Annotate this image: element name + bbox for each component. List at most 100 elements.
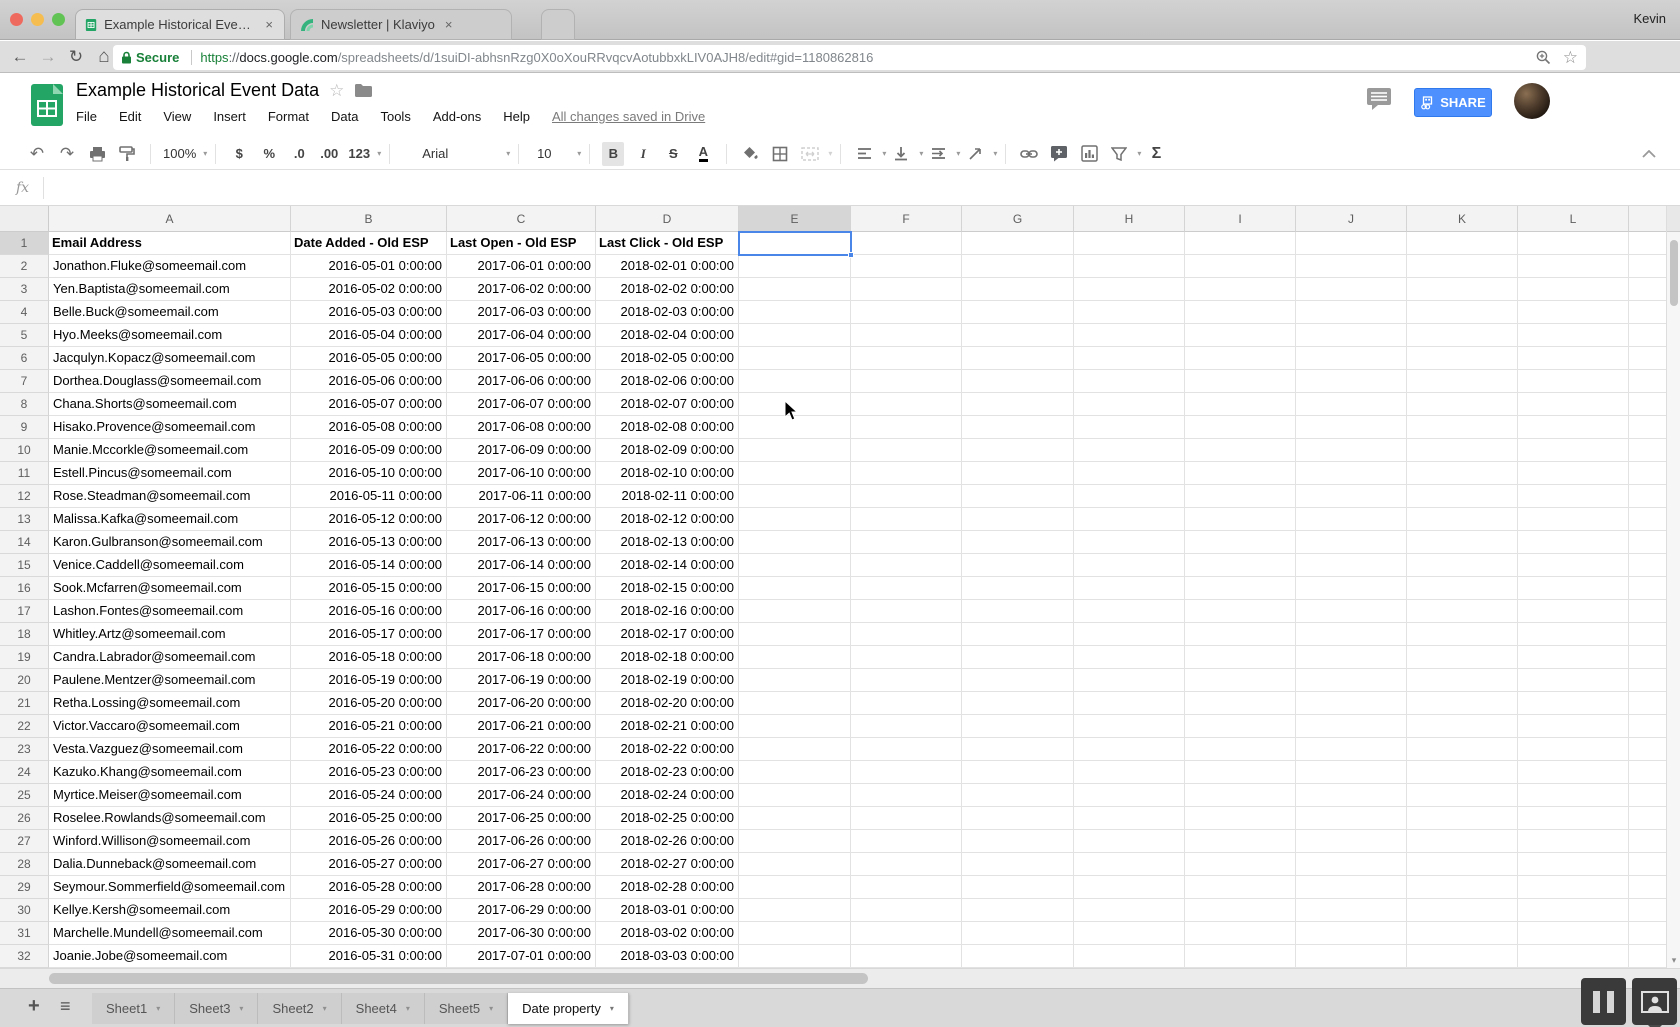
cell-C29[interactable]: 2017-06-28 0:00:00 bbox=[447, 876, 596, 899]
cell-A19[interactable]: Candra.Labrador@someemail.com bbox=[49, 646, 291, 669]
cell-C28[interactable]: 2017-06-27 0:00:00 bbox=[447, 853, 596, 876]
cell-L20[interactable] bbox=[1518, 669, 1629, 692]
cell-B31[interactable]: 2016-05-30 0:00:00 bbox=[291, 922, 447, 945]
row-header-7[interactable]: 7 bbox=[0, 370, 49, 393]
cell-G12[interactable] bbox=[962, 485, 1074, 508]
format-percent-button[interactable]: % bbox=[258, 142, 280, 166]
cell-F12[interactable] bbox=[851, 485, 962, 508]
cell-C14[interactable]: 2017-06-13 0:00:00 bbox=[447, 531, 596, 554]
chevron-down-icon[interactable]: ▾ bbox=[610, 1004, 614, 1013]
cell-K32[interactable] bbox=[1407, 945, 1518, 968]
increase-decimal-button[interactable]: .00 bbox=[318, 142, 340, 166]
cell-H4[interactable] bbox=[1074, 301, 1185, 324]
chevron-down-icon[interactable]: ▾ bbox=[203, 149, 207, 158]
cell-D29[interactable]: 2018-02-28 0:00:00 bbox=[596, 876, 739, 899]
save-status[interactable]: All changes saved in Drive bbox=[552, 109, 705, 124]
cell-J4[interactable] bbox=[1296, 301, 1407, 324]
cell-J32[interactable] bbox=[1296, 945, 1407, 968]
row-header-11[interactable]: 11 bbox=[0, 462, 49, 485]
forward-icon[interactable]: → bbox=[34, 47, 62, 67]
cell-J5[interactable] bbox=[1296, 324, 1407, 347]
row-header-10[interactable]: 10 bbox=[0, 439, 49, 462]
cell-K31[interactable] bbox=[1407, 922, 1518, 945]
cell-E10[interactable] bbox=[739, 439, 851, 462]
cell-K27[interactable] bbox=[1407, 830, 1518, 853]
cell-C16[interactable]: 2017-06-15 0:00:00 bbox=[447, 577, 596, 600]
cell-I17[interactable] bbox=[1185, 600, 1296, 623]
zoom-select[interactable]: 100% bbox=[163, 142, 196, 166]
cell-H19[interactable] bbox=[1074, 646, 1185, 669]
cell-A10[interactable]: Manie.Mccorkle@someemail.com bbox=[49, 439, 291, 462]
row-header-31[interactable]: 31 bbox=[0, 922, 49, 945]
cell-I12[interactable] bbox=[1185, 485, 1296, 508]
cell-B29[interactable]: 2016-05-28 0:00:00 bbox=[291, 876, 447, 899]
cell-A17[interactable]: Lashon.Fontes@someemail.com bbox=[49, 600, 291, 623]
cell-H26[interactable] bbox=[1074, 807, 1185, 830]
cell-B25[interactable]: 2016-05-24 0:00:00 bbox=[291, 784, 447, 807]
cell-B5[interactable]: 2016-05-04 0:00:00 bbox=[291, 324, 447, 347]
cell-F23[interactable] bbox=[851, 738, 962, 761]
cell-H23[interactable] bbox=[1074, 738, 1185, 761]
cell-G20[interactable] bbox=[962, 669, 1074, 692]
cell-H29[interactable] bbox=[1074, 876, 1185, 899]
formula-input[interactable] bbox=[44, 170, 1680, 205]
column-header-G[interactable]: G bbox=[962, 206, 1074, 232]
row-header-30[interactable]: 30 bbox=[0, 899, 49, 922]
cell-A9[interactable]: Hisako.Provence@someemail.com bbox=[49, 416, 291, 439]
cell-C8[interactable]: 2017-06-07 0:00:00 bbox=[447, 393, 596, 416]
cell-H14[interactable] bbox=[1074, 531, 1185, 554]
cell-J29[interactable] bbox=[1296, 876, 1407, 899]
cell-G5[interactable] bbox=[962, 324, 1074, 347]
cell-I29[interactable] bbox=[1185, 876, 1296, 899]
cell-K26[interactable] bbox=[1407, 807, 1518, 830]
row-header-8[interactable]: 8 bbox=[0, 393, 49, 416]
cell-F24[interactable] bbox=[851, 761, 962, 784]
comments-icon[interactable] bbox=[1366, 87, 1392, 111]
cell-D3[interactable]: 2018-02-02 0:00:00 bbox=[596, 278, 739, 301]
cell-A12[interactable]: Rose.Steadman@someemail.com bbox=[49, 485, 291, 508]
cell-I21[interactable] bbox=[1185, 692, 1296, 715]
cell-K8[interactable] bbox=[1407, 393, 1518, 416]
cell-D2[interactable]: 2018-02-01 0:00:00 bbox=[596, 255, 739, 278]
cell-D7[interactable]: 2018-02-06 0:00:00 bbox=[596, 370, 739, 393]
menu-tools[interactable]: Tools bbox=[380, 109, 410, 124]
cell-J24[interactable] bbox=[1296, 761, 1407, 784]
cell-K30[interactable] bbox=[1407, 899, 1518, 922]
cell-E24[interactable] bbox=[739, 761, 851, 784]
chevron-down-icon[interactable]: ▾ bbox=[239, 1004, 243, 1013]
cell-L8[interactable] bbox=[1518, 393, 1629, 416]
cell-F22[interactable] bbox=[851, 715, 962, 738]
cell-C18[interactable]: 2017-06-17 0:00:00 bbox=[447, 623, 596, 646]
cell-J1[interactable] bbox=[1296, 232, 1407, 255]
cell-B1[interactable]: Date Added - Old ESP bbox=[291, 232, 447, 255]
cell-K2[interactable] bbox=[1407, 255, 1518, 278]
row-header-25[interactable]: 25 bbox=[0, 784, 49, 807]
cell-B7[interactable]: 2016-05-06 0:00:00 bbox=[291, 370, 447, 393]
cell-D28[interactable]: 2018-02-27 0:00:00 bbox=[596, 853, 739, 876]
cell-I2[interactable] bbox=[1185, 255, 1296, 278]
cell-H13[interactable] bbox=[1074, 508, 1185, 531]
cell-K18[interactable] bbox=[1407, 623, 1518, 646]
cell-F30[interactable] bbox=[851, 899, 962, 922]
cell-I15[interactable] bbox=[1185, 554, 1296, 577]
recorder-pause-button[interactable] bbox=[1581, 978, 1626, 1025]
cell-I23[interactable] bbox=[1185, 738, 1296, 761]
column-header-I[interactable]: I bbox=[1185, 206, 1296, 232]
cell-A18[interactable]: Whitley.Artz@someemail.com bbox=[49, 623, 291, 646]
cell-G11[interactable] bbox=[962, 462, 1074, 485]
cell-J16[interactable] bbox=[1296, 577, 1407, 600]
cell-F20[interactable] bbox=[851, 669, 962, 692]
sheet-tab-sheet4[interactable]: Sheet4 ▾ bbox=[342, 993, 425, 1024]
cell-I7[interactable] bbox=[1185, 370, 1296, 393]
chevron-down-icon[interactable]: ▾ bbox=[506, 149, 510, 158]
cell-K5[interactable] bbox=[1407, 324, 1518, 347]
cell-E8[interactable] bbox=[739, 393, 851, 416]
cell-A20[interactable]: Paulene.Mentzer@someemail.com bbox=[49, 669, 291, 692]
browser-tab-sheets[interactable]: Example Historical Event Data × bbox=[75, 9, 285, 40]
cell-C12[interactable]: 2017-06-11 0:00:00 bbox=[447, 485, 596, 508]
tab-stub[interactable] bbox=[541, 9, 575, 40]
vertical-align-icon[interactable] bbox=[890, 142, 912, 166]
sheet-tab-sheet3[interactable]: Sheet3 ▾ bbox=[175, 993, 258, 1024]
italic-button[interactable]: I bbox=[632, 142, 654, 166]
cell-I31[interactable] bbox=[1185, 922, 1296, 945]
